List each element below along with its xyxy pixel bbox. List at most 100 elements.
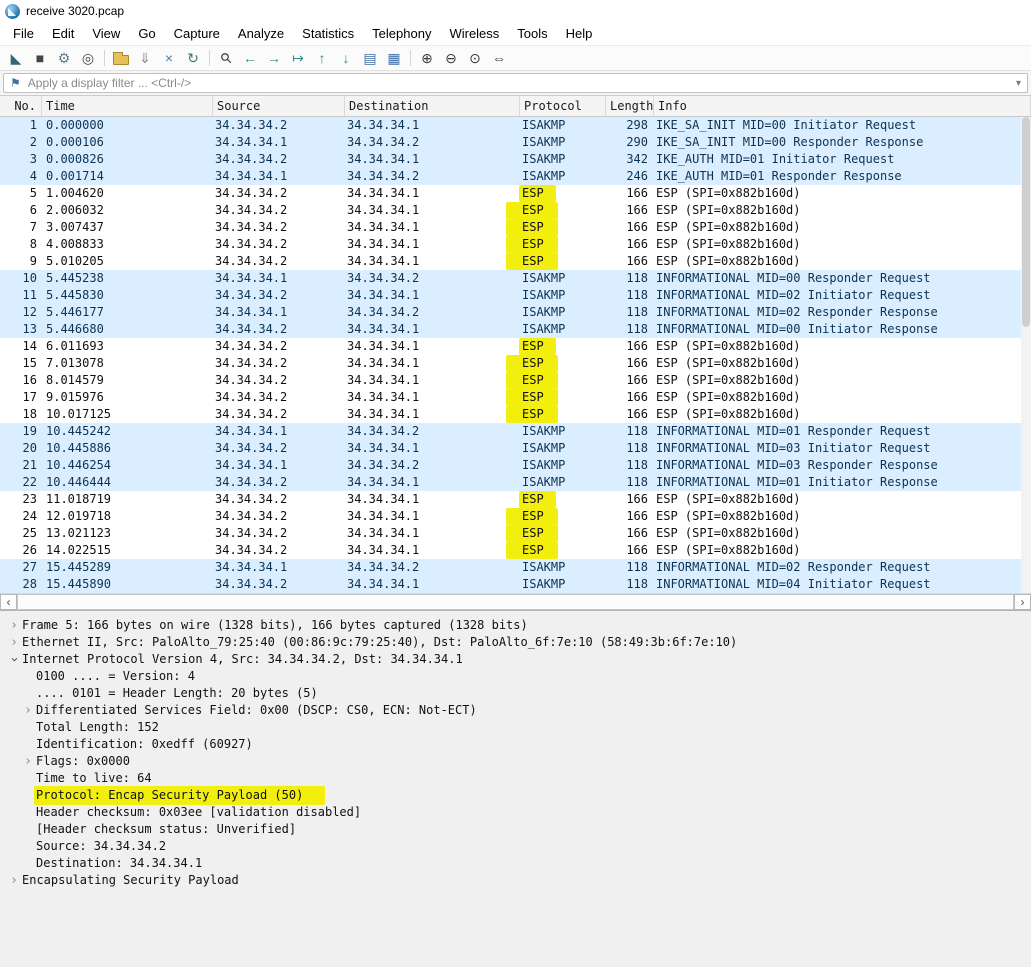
packet-row-23[interactable]: 2311.01871934.34.34.234.34.34.1ESP166ESP…	[0, 491, 1031, 508]
packet-row-3[interactable]: 30.00082634.34.34.234.34.34.1ISAKMP342IK…	[0, 151, 1031, 168]
expander-icon[interactable]: ›	[6, 617, 22, 634]
detail-line-12[interactable]: Header checksum: 0x03ee [validation disa…	[0, 804, 1031, 821]
start-capture-icon[interactable]: ◣	[5, 48, 27, 68]
column-header-protocol[interactable]: Protocol	[520, 96, 606, 116]
detail-line-3[interactable]: ›Internet Protocol Version 4, Src: 34.34…	[0, 651, 1031, 668]
hscroll-left-button[interactable]: ‹	[0, 594, 17, 610]
expander-icon[interactable]: ›	[20, 702, 36, 719]
close-file-icon[interactable]: ×	[158, 48, 180, 68]
packet-row-13[interactable]: 135.44668034.34.34.234.34.34.1ISAKMP118I…	[0, 321, 1031, 338]
colorize-icon[interactable]: ▦	[383, 48, 405, 68]
cell-length: 166	[606, 202, 654, 219]
last-packet-icon[interactable]: ↓	[335, 48, 357, 68]
packet-row-18[interactable]: 1810.01712534.34.34.234.34.34.1ESP166ESP…	[0, 406, 1031, 423]
hscroll-thumb[interactable]	[17, 594, 1014, 610]
expander-icon[interactable]: ›	[6, 634, 22, 651]
column-header-no[interactable]: No.	[0, 96, 42, 116]
menu-item-help[interactable]: Help	[557, 23, 602, 44]
column-header-destination[interactable]: Destination	[345, 96, 520, 116]
packet-row-2[interactable]: 20.00010634.34.34.134.34.34.2ISAKMP290IK…	[0, 134, 1031, 151]
detail-line-10[interactable]: Time to live: 64	[0, 770, 1031, 787]
cell-time: 15.445890	[42, 576, 213, 593]
column-header-time[interactable]: Time	[42, 96, 213, 116]
packet-list-vscrollbar[interactable]	[1021, 117, 1031, 593]
packet-row-10[interactable]: 105.44523834.34.34.134.34.34.2ISAKMP118I…	[0, 270, 1031, 287]
packet-row-27[interactable]: 2715.44528934.34.34.134.34.34.2ISAKMP118…	[0, 559, 1031, 576]
zoom-out-icon[interactable]: ⊖	[440, 48, 462, 68]
zoom-original-icon[interactable]: ⊙	[464, 48, 486, 68]
detail-line-4[interactable]: 0100 .... = Version: 4	[0, 668, 1031, 685]
menu-item-wireless[interactable]: Wireless	[440, 23, 508, 44]
detail-line-14[interactable]: Source: 34.34.34.2	[0, 838, 1031, 855]
packet-row-19[interactable]: 1910.44524234.34.34.134.34.34.2ISAKMP118…	[0, 423, 1031, 440]
packet-list-hscrollbar[interactable]: ‹ ›	[0, 593, 1031, 610]
packet-row-8[interactable]: 84.00883334.34.34.234.34.34.1ESP166ESP (…	[0, 236, 1031, 253]
menu-item-file[interactable]: File	[4, 23, 43, 44]
packet-row-17[interactable]: 179.01597634.34.34.234.34.34.1ESP166ESP …	[0, 389, 1031, 406]
display-filter-input[interactable]: ⚑ Apply a display filter ... <Ctrl-/> ▾	[3, 73, 1028, 93]
reload-file-icon[interactable]: ↻	[182, 48, 204, 68]
packet-row-5[interactable]: 51.00462034.34.34.234.34.34.1ESP166ESP (…	[0, 185, 1031, 202]
packet-row-9[interactable]: 95.01020534.34.34.234.34.34.1ESP166ESP (…	[0, 253, 1031, 270]
packet-row-14[interactable]: 146.01169334.34.34.234.34.34.1ESP166ESP …	[0, 338, 1031, 355]
packet-row-22[interactable]: 2210.44644434.34.34.234.34.34.1ISAKMP118…	[0, 474, 1031, 491]
open-file-icon[interactable]	[110, 48, 132, 68]
packet-row-26[interactable]: 2614.02251534.34.34.234.34.34.1ESP166ESP…	[0, 542, 1031, 559]
detail-line-13[interactable]: [Header checksum status: Unverified]	[0, 821, 1031, 838]
packet-row-16[interactable]: 168.01457934.34.34.234.34.34.1ESP166ESP …	[0, 372, 1031, 389]
packet-row-20[interactable]: 2010.44588634.34.34.234.34.34.1ISAKMP118…	[0, 440, 1031, 457]
capture-options-icon[interactable]: ⚙	[53, 48, 75, 68]
expander-icon[interactable]: ›	[20, 753, 36, 770]
detail-line-2[interactable]: ›Ethernet II, Src: PaloAlto_79:25:40 (00…	[0, 634, 1031, 651]
column-header-length[interactable]: Length	[606, 96, 654, 116]
detail-line-1[interactable]: ›Frame 5: 166 bytes on wire (1328 bits),…	[0, 617, 1031, 634]
packet-row-11[interactable]: 115.44583034.34.34.234.34.34.1ISAKMP118I…	[0, 287, 1031, 304]
packet-row-25[interactable]: 2513.02112334.34.34.234.34.34.1ESP166ESP…	[0, 525, 1031, 542]
menu-item-statistics[interactable]: Statistics	[293, 23, 363, 44]
menu-item-go[interactable]: Go	[129, 23, 164, 44]
first-packet-icon[interactable]: ↑	[311, 48, 333, 68]
packet-row-7[interactable]: 73.00743734.34.34.234.34.34.1ESP166ESP (…	[0, 219, 1031, 236]
packet-row-28[interactable]: 2815.44589034.34.34.234.34.34.1ISAKMP118…	[0, 576, 1031, 593]
zoom-in-icon[interactable]: ⊕	[416, 48, 438, 68]
menu-item-capture[interactable]: Capture	[165, 23, 229, 44]
packet-row-12[interactable]: 125.44617734.34.34.134.34.34.2ISAKMP118I…	[0, 304, 1031, 321]
hscroll-right-button[interactable]: ›	[1014, 594, 1031, 610]
detail-line-15[interactable]: Destination: 34.34.34.1	[0, 855, 1031, 872]
menu-item-analyze[interactable]: Analyze	[229, 23, 293, 44]
menu-item-edit[interactable]: Edit	[43, 23, 83, 44]
expander-icon[interactable]: ›	[6, 652, 23, 668]
detail-line-16[interactable]: ›Encapsulating Security Payload	[0, 872, 1031, 889]
go-back-icon[interactable]: ←	[239, 48, 261, 68]
go-forward-icon[interactable]: →	[263, 48, 285, 68]
packet-row-21[interactable]: 2110.44625434.34.34.134.34.34.2ISAKMP118…	[0, 457, 1031, 474]
stop-capture-icon[interactable]: ■	[29, 48, 51, 68]
auto-scroll-icon[interactable]: ▤	[359, 48, 381, 68]
filter-bookmark-icon[interactable]: ⚑	[10, 76, 21, 90]
expander-icon[interactable]: ›	[6, 872, 22, 889]
packet-row-4[interactable]: 40.00171434.34.34.134.34.34.2ISAKMP246IK…	[0, 168, 1031, 185]
menu-item-view[interactable]: View	[83, 23, 129, 44]
menu-item-telephony[interactable]: Telephony	[363, 23, 440, 44]
save-file-icon[interactable]: ⇓	[134, 48, 156, 68]
packet-row-24[interactable]: 2412.01971834.34.34.234.34.34.1ESP166ESP…	[0, 508, 1031, 525]
packet-row-15[interactable]: 157.01307834.34.34.234.34.34.1ESP166ESP …	[0, 355, 1031, 372]
column-header-source[interactable]: Source	[213, 96, 345, 116]
hscroll-track[interactable]	[17, 594, 1014, 610]
detail-line-6[interactable]: ›Differentiated Services Field: 0x00 (DS…	[0, 702, 1031, 719]
detail-line-9[interactable]: ›Flags: 0x0000	[0, 753, 1031, 770]
packet-row-1[interactable]: 10.00000034.34.34.234.34.34.1ISAKMP298IK…	[0, 117, 1031, 134]
detail-line-5[interactable]: .... 0101 = Header Length: 20 bytes (5)	[0, 685, 1031, 702]
packet-row-6[interactable]: 62.00603234.34.34.234.34.34.1ESP166ESP (…	[0, 202, 1031, 219]
go-to-packet-icon[interactable]: ↦	[287, 48, 309, 68]
filter-dropdown-arrow-icon[interactable]: ▾	[1016, 78, 1021, 89]
restart-capture-icon[interactable]: ◎	[77, 48, 99, 68]
detail-line-7[interactable]: Total Length: 152	[0, 719, 1031, 736]
detail-line-11[interactable]: Protocol: Encap Security Payload (50)	[0, 787, 1031, 804]
find-packet-icon[interactable]: ⚲	[211, 43, 241, 73]
column-header-info[interactable]: Info	[654, 96, 1031, 116]
menu-item-tools[interactable]: Tools	[508, 23, 556, 44]
resize-columns-icon[interactable]: ⇔	[488, 48, 510, 68]
vscroll-thumb[interactable]	[1022, 117, 1030, 327]
detail-line-8[interactable]: Identification: 0xedff (60927)	[0, 736, 1031, 753]
